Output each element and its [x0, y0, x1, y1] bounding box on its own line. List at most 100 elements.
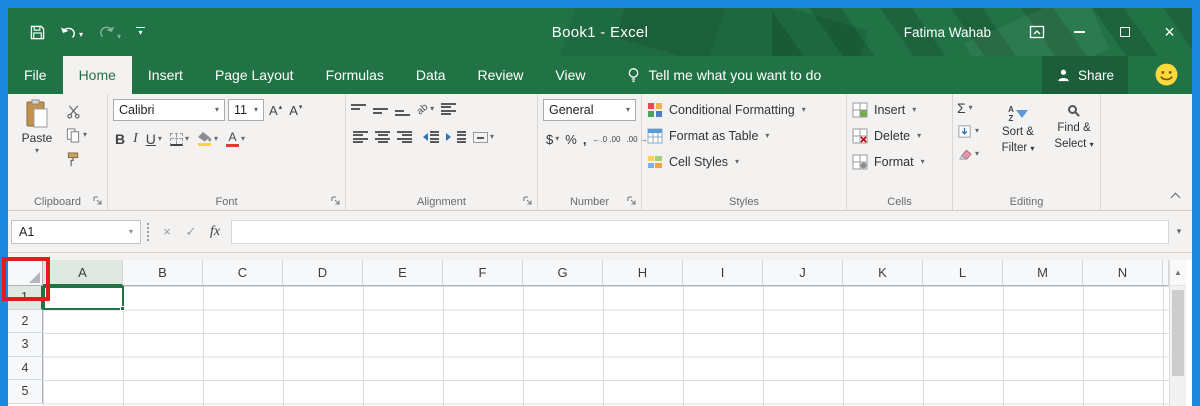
underline-button[interactable]: U ▾ [146, 129, 162, 149]
column-header-k[interactable]: K [843, 260, 923, 286]
font-name-select[interactable]: Calibri ▾ [113, 99, 225, 121]
expand-formula-bar-button[interactable]: ▾ [1169, 226, 1189, 237]
bottom-align-button[interactable] [395, 99, 410, 119]
format-cells-button[interactable]: Format ▾ [847, 149, 952, 175]
bold-button[interactable]: B [115, 129, 125, 149]
ribbon-display-options-button[interactable] [1017, 8, 1057, 56]
delete-cells-button[interactable]: Delete ▾ [847, 123, 952, 149]
redo-button[interactable]: ▾ [98, 24, 121, 41]
column-header-c[interactable]: C [203, 260, 283, 286]
merge-center-button[interactable]: ▾ [473, 127, 494, 147]
top-align-button[interactable] [351, 99, 366, 119]
insert-cells-button[interactable]: Insert ▾ [847, 97, 952, 123]
column-header-i[interactable]: I [683, 260, 763, 286]
column-header-m[interactable]: M [1003, 260, 1083, 286]
increase-decimal-button[interactable]: ←.0 .00 [592, 129, 620, 149]
column-header-h[interactable]: H [603, 260, 683, 286]
cells-area[interactable] [43, 286, 1169, 406]
font-color-button[interactable]: A ▾ [225, 129, 245, 149]
customize-quick-access-button[interactable]: ▾ [136, 26, 146, 38]
cancel-button[interactable]: × [155, 220, 179, 244]
row-header-3[interactable]: 3 [8, 333, 43, 357]
orientation-button[interactable]: ab ▾ [415, 99, 434, 119]
column-header-b[interactable]: B [123, 260, 203, 286]
copy-button[interactable]: ▾ [66, 127, 87, 143]
decrease-font-size-button[interactable]: A ▾ [287, 103, 304, 118]
signed-in-user[interactable]: Fatima Wahab [904, 25, 991, 40]
name-box[interactable]: A1 ▾ [11, 219, 141, 244]
borders-button[interactable]: ▾ [169, 129, 189, 149]
comma-style-button[interactable]: , [583, 129, 587, 149]
select-all-button[interactable] [8, 260, 43, 286]
clipboard-dialog-launcher[interactable] [92, 195, 104, 207]
column-header-g[interactable]: G [523, 260, 603, 286]
format-as-table-button[interactable]: Format as Table ▾ [642, 123, 846, 149]
cell-styles-button[interactable]: Cell Styles ▾ [642, 149, 846, 175]
italic-button[interactable]: I [133, 129, 138, 149]
maximize-button[interactable] [1102, 8, 1147, 56]
find-select-button[interactable]: Find & Select ▾ [1047, 98, 1101, 152]
fill-color-button[interactable]: ▾ [197, 129, 218, 149]
undo-dropdown-caret[interactable]: ▾ [79, 31, 83, 39]
close-button[interactable]: × [1147, 8, 1192, 56]
format-painter-button[interactable] [66, 151, 80, 167]
column-header-e[interactable]: E [363, 260, 443, 286]
column-header-l[interactable]: L [923, 260, 1003, 286]
sort-filter-button[interactable]: A Z Sort & Filter ▾ [991, 98, 1045, 156]
column-header-a[interactable]: A [43, 260, 123, 286]
middle-align-button[interactable] [373, 99, 388, 119]
enter-button[interactable]: ✓ [179, 220, 203, 244]
row-header-5[interactable]: 5 [8, 380, 43, 404]
name-box-caret[interactable]: ▾ [129, 227, 133, 236]
increase-indent-button[interactable] [446, 127, 466, 147]
row-header-1[interactable]: 1 [8, 286, 43, 310]
alignment-dialog-launcher[interactable] [522, 195, 534, 207]
fill-button[interactable]: ▾ [957, 122, 979, 140]
vertical-scrollbar[interactable]: ▲ [1169, 260, 1186, 406]
format-as-table-label: Format as Table [669, 129, 759, 143]
tell-me-box[interactable]: Tell me what you want to do [626, 56, 821, 94]
accounting-format-button[interactable]: $ ▾ [546, 129, 559, 149]
scrollbar-thumb[interactable] [1172, 290, 1184, 376]
tab-data[interactable]: Data [400, 56, 462, 94]
column-header-f[interactable]: F [443, 260, 523, 286]
increase-font-size-button[interactable]: A ▴ [267, 103, 284, 118]
align-center-button[interactable] [375, 127, 390, 147]
insert-function-button[interactable]: fx [203, 220, 227, 244]
column-header-j[interactable]: J [763, 260, 843, 286]
conditional-formatting-button[interactable]: Conditional Formatting ▾ [642, 97, 846, 123]
paste-button[interactable]: Paste ▾ [13, 99, 61, 173]
font-dialog-launcher[interactable] [330, 195, 342, 207]
feedback-smiley-button[interactable] [1154, 62, 1179, 90]
tab-formulas[interactable]: Formulas [310, 56, 400, 94]
minimize-button[interactable] [1057, 8, 1102, 56]
number-dialog-launcher[interactable] [626, 195, 638, 207]
formula-input[interactable] [231, 219, 1169, 244]
row-header-4[interactable]: 4 [8, 356, 43, 380]
align-left-button[interactable] [353, 127, 368, 147]
undo-button[interactable]: ▾ [60, 25, 83, 39]
autosum-button[interactable]: Σ ▾ [957, 99, 979, 117]
tab-review[interactable]: Review [462, 56, 540, 94]
percent-style-button[interactable]: % [565, 129, 577, 149]
column-header-n[interactable]: N [1083, 260, 1163, 286]
tab-home[interactable]: Home [62, 56, 132, 94]
share-button[interactable]: Share [1041, 56, 1128, 94]
row-header-2[interactable]: 2 [8, 309, 43, 333]
align-right-button[interactable] [397, 127, 412, 147]
save-button[interactable] [30, 25, 45, 40]
wrap-text-button[interactable] [441, 99, 457, 119]
collapse-ribbon-button[interactable] [1168, 190, 1182, 203]
clear-button[interactable]: ▾ [957, 145, 979, 163]
cut-button[interactable] [66, 103, 81, 119]
scroll-up-button[interactable]: ▲ [1170, 260, 1186, 286]
tab-file[interactable]: File [8, 56, 63, 94]
tab-page-layout[interactable]: Page Layout [199, 56, 310, 94]
font-size-select[interactable]: 11 ▾ [228, 99, 264, 121]
tab-view[interactable]: View [539, 56, 601, 94]
number-format-select[interactable]: General ▾ [543, 99, 636, 121]
tab-insert[interactable]: Insert [132, 56, 199, 94]
decrease-indent-button[interactable] [419, 127, 439, 147]
column-header-d[interactable]: D [283, 260, 363, 286]
redo-dropdown-caret[interactable]: ▾ [117, 32, 121, 41]
